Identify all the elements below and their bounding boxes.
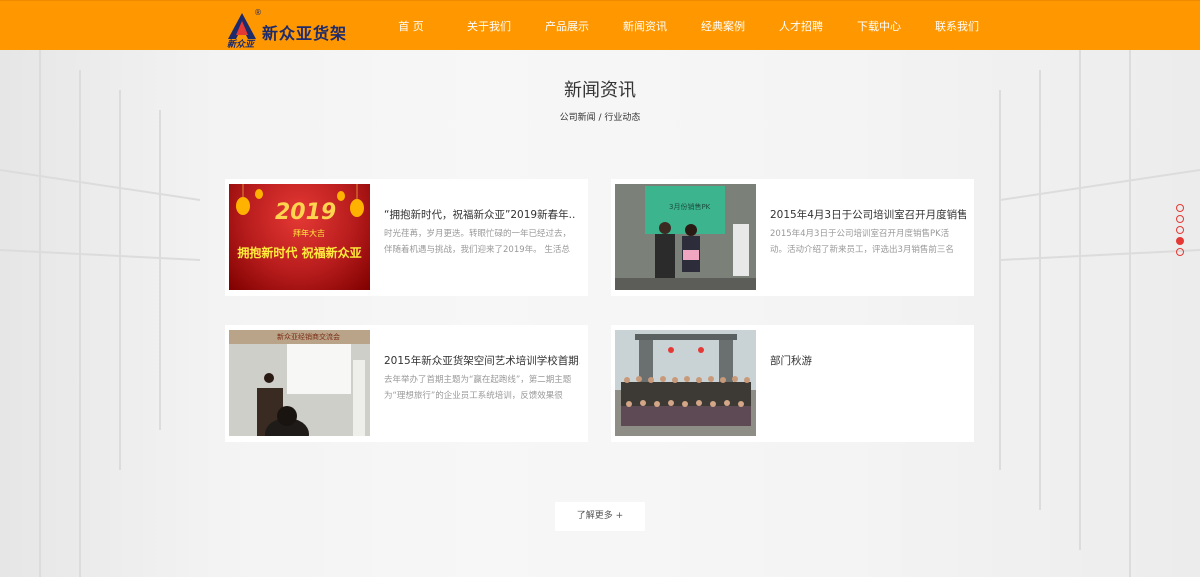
news-image-subtitle: 拜年大吉 (293, 229, 325, 238)
main-nav: 首 页 关于我们 产品展示 新闻资讯 经典案例 人才招聘 下载中心 联系我们 (372, 1, 996, 51)
nav-item-products[interactable]: 产品展示 (528, 1, 606, 51)
news-card[interactable]: 3月份销售PK 2015年4月3日于公司培训室召开月度销售. 2015年4月3日… (611, 179, 974, 296)
news-title[interactable]: 部门秋游 (770, 353, 966, 368)
news-card[interactable]: 新众亚经销商交流会 2015年新众亚货架空间艺术培训学校首期.. 去年举办了首期… (225, 325, 588, 442)
news-image-year: 2019 (275, 200, 337, 225)
meeting-photo (615, 184, 756, 290)
subnav-industry-news[interactable]: 行业动态 (604, 110, 640, 123)
news-summary (770, 372, 962, 404)
news-image-screen-text: 3月份销售PK (669, 203, 711, 211)
nav-item-downloads[interactable]: 下载中心 (840, 1, 918, 51)
training-photo (229, 330, 370, 436)
nav-item-cases[interactable]: 经典案例 (684, 1, 762, 51)
news-card[interactable]: 部门秋游 (611, 325, 974, 442)
nav-item-contact[interactable]: 联系我们 (918, 1, 996, 51)
nav-item-about[interactable]: 关于我们 (450, 1, 528, 51)
news-image-caption: 拥抱新时代 祝福新众亚 (237, 246, 362, 260)
subnav-separator: / (595, 113, 605, 123)
nav-item-home[interactable]: 首 页 (372, 1, 450, 51)
page-dot[interactable] (1176, 226, 1184, 234)
news-subnav: 公司新闻 / 行业动态 (0, 110, 1200, 123)
logo-text: 新众亚货架 (262, 24, 348, 43)
nav-item-careers[interactable]: 人才招聘 (762, 1, 840, 51)
news-summary: 2015年4月3日于公司培训室召开月度销售PK活动。活动介绍了新来员工，评选出3… (770, 229, 954, 255)
news-thumbnail[interactable]: 新众亚经销商交流会 (229, 330, 370, 436)
news-title[interactable]: “拥抱新时代，祝福新众亚”2019新春年.. (384, 207, 580, 222)
page-dot[interactable] (1176, 204, 1184, 212)
page-dot[interactable] (1176, 215, 1184, 223)
news-thumbnail[interactable]: 3月份销售PK (615, 184, 756, 290)
site-header: ® 新众亚货架 新众亚 首 页 关于我们 产品展示 新闻资讯 经典案例 人才招聘… (0, 0, 1200, 50)
news-summary: 去年举办了首期主题为“赢在起跑线”，第二期主题为“理想旅行”的企业员工系统培训，… (384, 375, 572, 401)
news-image-banner-text: 新众亚经销商交流会 (277, 333, 340, 341)
news-thumbnail[interactable] (615, 330, 756, 436)
group-photo (615, 330, 756, 436)
page-dot[interactable] (1176, 248, 1184, 256)
news-title[interactable]: 2015年新众亚货架空间艺术培训学校首期.. (384, 353, 580, 368)
logo-registered-mark: ® (254, 8, 262, 17)
page-dot-active[interactable] (1176, 237, 1184, 245)
subnav-company-news[interactable]: 公司新闻 (560, 110, 596, 123)
news-card[interactable]: 2019 拜年大吉 拥抱新时代 祝福新众亚 “拥抱新时代，祝福新众亚”2019新… (225, 179, 588, 296)
news-title[interactable]: 2015年4月3日于公司培训室召开月度销售. (770, 207, 966, 222)
page-dots (1176, 204, 1186, 259)
background-architecture (0, 50, 1200, 577)
page-title: 新闻资讯 (564, 80, 636, 101)
news-thumbnail[interactable]: 2019 拜年大吉 拥抱新时代 祝福新众亚 (229, 184, 370, 290)
logo-script: 新众亚 (227, 40, 255, 50)
nav-item-news[interactable]: 新闻资讯 (606, 1, 684, 51)
learn-more-button[interactable]: 了解更多 + (555, 502, 645, 531)
logo[interactable]: ® 新众亚货架 新众亚 (226, 8, 356, 50)
news-summary: 时光荏苒，岁月更迭。转眼忙碌的一年已经过去，伴随着机遇与挑战，我们迎来了2019… (384, 229, 572, 255)
